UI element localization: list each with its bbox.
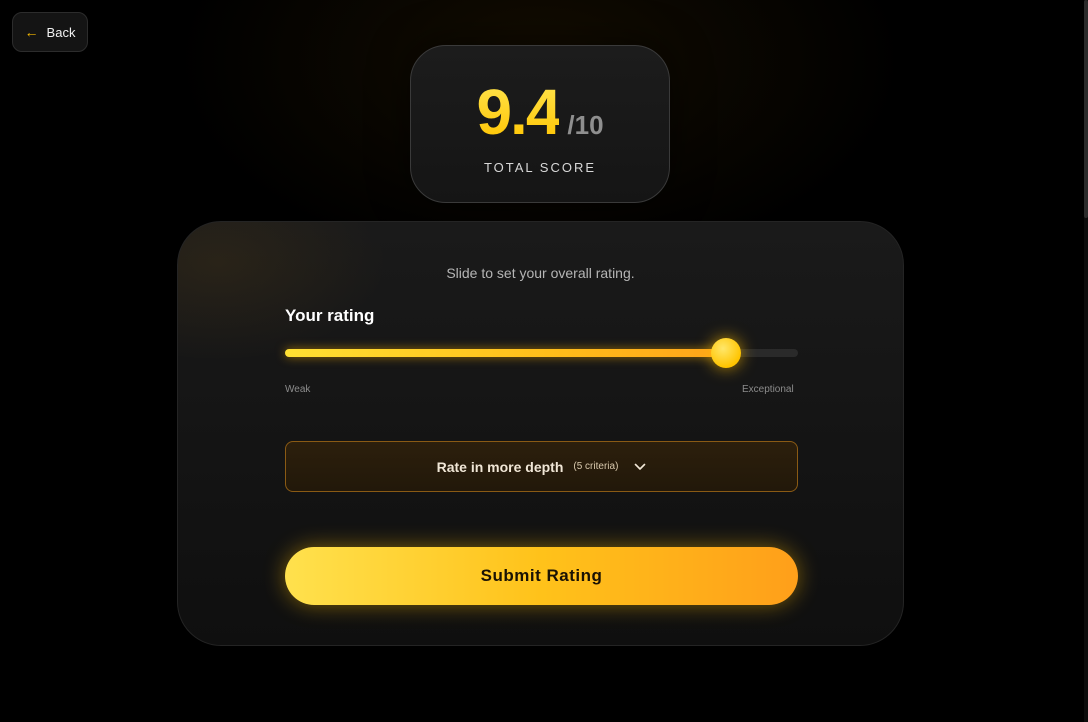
score-card: 9.4 /10 TOTAL SCORE: [410, 45, 670, 203]
rating-slider[interactable]: [285, 338, 798, 368]
score-row: 9.4 /10: [411, 80, 669, 144]
chevron-down-icon: [634, 463, 646, 471]
scrollbar-thumb[interactable]: [1084, 0, 1088, 218]
arrow-left-icon: ←: [24, 24, 39, 40]
scrollbar[interactable]: [1084, 0, 1088, 722]
rate-in-depth-label: Rate in more depth: [436, 458, 564, 475]
back-button-label: Back: [46, 24, 76, 40]
back-button[interactable]: ← Back: [12, 12, 88, 52]
slider-min-label: Weak: [285, 384, 311, 395]
rating-instruction: Slide to set your overall rating.: [446, 265, 635, 281]
submit-rating-label: Submit Rating: [480, 566, 603, 585]
page: ← Back 9.4 /10 TOTAL SCORE Slide to set …: [0, 0, 1088, 722]
score-value: 9.4: [476, 76, 561, 148]
slider-fill: [285, 349, 726, 357]
submit-rating-button[interactable]: Submit Rating: [285, 547, 798, 605]
score-max: /10: [567, 110, 604, 140]
rate-in-depth-button[interactable]: Rate in more depth (5 criteria): [285, 441, 798, 492]
score-label: TOTAL SCORE: [483, 160, 597, 175]
slider-thumb[interactable]: [711, 338, 741, 368]
rating-card: Slide to set your overall rating. Your r…: [177, 221, 904, 646]
slider-max-label: Exceptional: [742, 384, 794, 395]
rating-title: Your rating: [285, 306, 375, 325]
criteria-count: (5 criteria): [573, 461, 619, 472]
